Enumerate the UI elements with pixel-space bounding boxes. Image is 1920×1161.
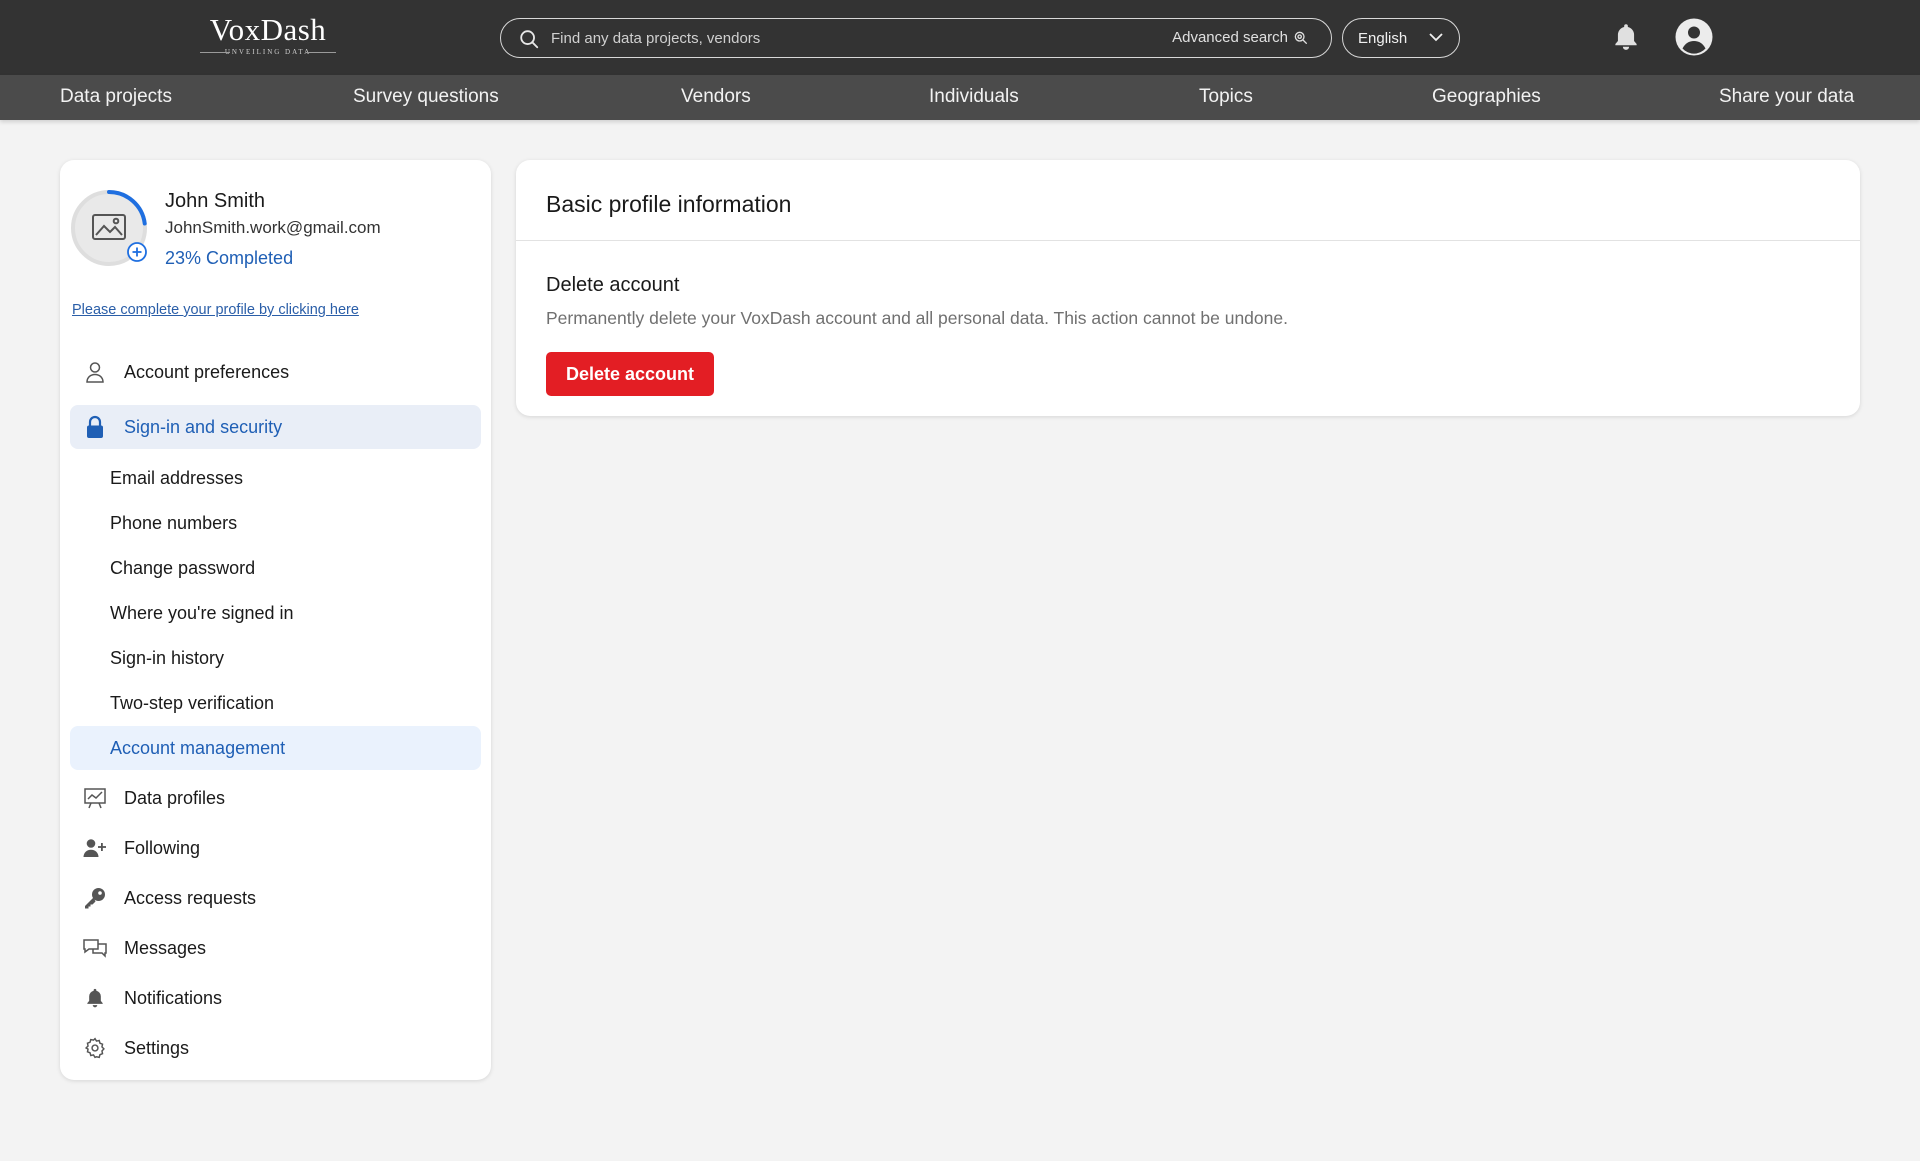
- sidebar-item-label: Following: [124, 837, 201, 858]
- search-input[interactable]: [551, 27, 1111, 49]
- nav-vendors[interactable]: Vendors: [681, 86, 751, 108]
- search-icon: [520, 30, 539, 49]
- profile-name: John Smith: [165, 190, 266, 212]
- delete-account-button[interactable]: Delete account: [546, 352, 714, 396]
- nav-topics[interactable]: Topics: [1199, 86, 1253, 108]
- top-bar: VoxDash UNVEILING DATA Advanced search E…: [0, 0, 1920, 75]
- bell-icon: [82, 985, 108, 1011]
- key-icon: [82, 885, 108, 911]
- nav-share-your-data[interactable]: Share your data: [1719, 86, 1854, 108]
- sidebar-item-following[interactable]: Following: [70, 826, 481, 870]
- nav-individuals[interactable]: Individuals: [929, 86, 1019, 108]
- profile-progress-text: 23% Completed: [165, 248, 294, 268]
- sidebar-item-account-preferences[interactable]: Account preferences: [70, 350, 481, 394]
- sidebar-subitem-email-addresses[interactable]: Email addresses: [70, 456, 481, 500]
- chevron-down-icon: [1429, 33, 1443, 42]
- nav-survey-questions[interactable]: Survey questions: [353, 86, 499, 108]
- sidebar-item-notifications[interactable]: Notifications: [70, 976, 481, 1020]
- language-select[interactable]: English: [1342, 18, 1460, 58]
- language-label: English: [1358, 29, 1408, 47]
- sidebar-subitem-two-step-verification[interactable]: Two-step verification: [70, 681, 481, 725]
- gear-icon: [82, 1035, 108, 1061]
- sidebar-subitem-where-signed-in[interactable]: Where you're signed in: [70, 591, 481, 635]
- logo-tagline: UNVEILING DATA: [190, 48, 346, 56]
- divider: [516, 240, 1860, 241]
- sidebar-subitem-signin-history[interactable]: Sign-in history: [70, 636, 481, 680]
- sidebar-item-messages[interactable]: Messages: [70, 926, 481, 970]
- sidebar-item-label: Account preferences: [124, 361, 290, 382]
- notifications-bell-icon[interactable]: [1612, 22, 1640, 52]
- profile-picture[interactable]: [70, 189, 148, 267]
- main-nav: Data projects Survey questions Vendors I…: [0, 75, 1920, 120]
- sidebar-item-label: Sign-in and security: [124, 416, 283, 437]
- profile-info-card: Basic profile information Delete account…: [516, 160, 1860, 416]
- add-photo-icon[interactable]: [127, 242, 147, 262]
- sidebar-item-data-profiles[interactable]: Data profiles: [70, 776, 481, 820]
- lock-icon: [82, 414, 108, 440]
- search-bar: Advanced search: [500, 18, 1332, 58]
- complete-profile-link[interactable]: Please complete your profile by clicking…: [72, 302, 359, 318]
- sidebar-subitem-phone-numbers[interactable]: Phone numbers: [70, 501, 481, 545]
- user-avatar-icon[interactable]: [1674, 17, 1714, 57]
- sidebar-item-label: Messages: [124, 937, 207, 958]
- delete-account-description: Permanently delete your VoxDash account …: [546, 308, 1288, 328]
- sidebar-item-access-requests[interactable]: Access requests: [70, 876, 481, 920]
- sidebar-item-label: Settings: [124, 1037, 190, 1058]
- chart-board-icon: [82, 785, 108, 811]
- profile-email: JohnSmith.work@gmail.com: [165, 218, 381, 237]
- logo[interactable]: VoxDash UNVEILING DATA: [190, 14, 346, 60]
- advanced-search-label: Advanced search: [1172, 29, 1288, 46]
- sidebar-item-signin-security[interactable]: Sign-in and security: [70, 405, 481, 449]
- sidebar: John Smith JohnSmith.work@gmail.com 23% …: [60, 160, 491, 1080]
- logo-text: VoxDash: [209, 12, 327, 47]
- person-icon: [82, 359, 108, 385]
- chat-bubbles-icon: [82, 935, 108, 961]
- delete-account-heading: Delete account: [546, 274, 680, 296]
- advanced-search-button[interactable]: Advanced search: [1172, 29, 1309, 46]
- sidebar-item-label: Access requests: [124, 887, 257, 908]
- sidebar-subitem-account-management[interactable]: Account management: [70, 726, 481, 770]
- page-title: Basic profile information: [546, 191, 792, 217]
- sidebar-item-settings[interactable]: Settings: [70, 1026, 481, 1070]
- sidebar-item-label: Notifications: [124, 987, 223, 1008]
- sidebar-item-label: Data profiles: [124, 787, 226, 808]
- nav-data-projects[interactable]: Data projects: [60, 86, 172, 108]
- nav-geographies[interactable]: Geographies: [1432, 86, 1541, 108]
- sidebar-subitem-change-password[interactable]: Change password: [70, 546, 481, 590]
- advanced-search-icon: [1294, 31, 1307, 44]
- user-plus-icon: [82, 835, 108, 861]
